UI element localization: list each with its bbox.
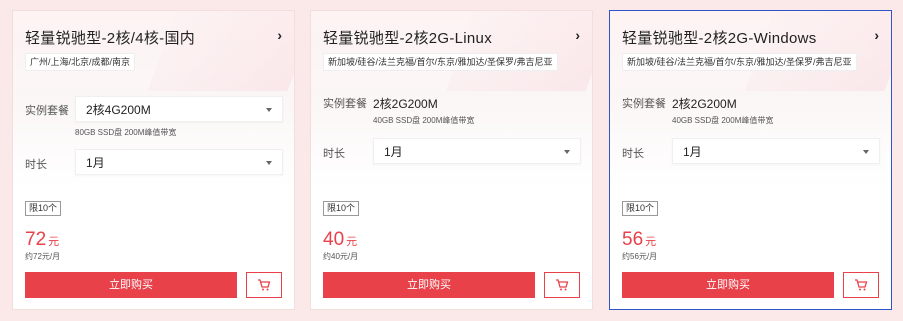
duration-label: 时长 [622,148,644,160]
duration-select-value: 1月 [683,145,702,159]
purchase-limit-badge: 限10个 [323,201,360,216]
duration-select[interactable]: 1月 [75,149,283,175]
card-title: 轻量锐驰型-2核2G-Linux [323,30,493,47]
package-value: 2核2G200M [373,97,438,111]
product-card-domestic[interactable]: 轻量锐驰型-2核/4核-国内 › 广州/上海/北京/成都/南京 实例套餐 2核4… [12,10,295,310]
package-spec: 40GB SSD盘 200M峰值带宽 [672,116,774,125]
chevron-down-icon [266,108,272,112]
per-month-price: 约56元/月 [622,252,658,261]
buy-now-button[interactable]: 立即购买 [25,272,237,298]
per-month-price: 约40元/月 [323,252,359,261]
duration-select[interactable]: 1月 [672,138,880,164]
region-list: 新加坡/硅谷/法兰克福/首尔/东京/雅加达/圣保罗/弗吉尼亚 [622,53,857,71]
product-card-linux[interactable]: 轻量锐驰型-2核2G-Linux › 新加坡/硅谷/法兰克福/首尔/东京/雅加达… [310,10,593,310]
package-value: 2核2G200M [672,97,737,111]
cart-icon [855,279,868,291]
chevron-down-icon [266,161,272,165]
package-label: 实例套餐 [622,98,666,110]
price-value: 40 [323,229,345,250]
package-spec: 80GB SSD盘 200M峰值带宽 [75,128,177,137]
duration-select-value: 1月 [384,145,403,159]
add-to-cart-button[interactable] [843,272,879,298]
region-list: 广州/上海/北京/成都/南京 [25,53,136,71]
price-unit: 元 [645,236,657,248]
cart-icon [556,279,569,291]
chevron-right-icon[interactable]: › [277,27,282,43]
price-unit: 元 [346,236,358,248]
price-unit: 元 [48,236,60,248]
chevron-right-icon[interactable]: › [575,27,580,43]
price-value: 56 [622,229,644,250]
product-card-windows[interactable]: 轻量锐驰型-2核2G-Windows › 新加坡/硅谷/法兰克福/首尔/东京/雅… [609,10,892,310]
buy-now-button[interactable]: 立即购买 [323,272,535,298]
buy-now-button[interactable]: 立即购买 [622,272,834,298]
chevron-down-icon [564,150,570,154]
package-label: 实例套餐 [25,105,69,117]
package-label: 实例套餐 [323,98,367,110]
purchase-limit-badge: 限10个 [622,201,659,216]
add-to-cart-button[interactable] [246,272,282,298]
cart-icon [258,279,271,291]
price-value: 72 [25,229,47,250]
chevron-down-icon [863,150,869,154]
per-month-price: 约72元/月 [25,252,61,261]
region-list: 新加坡/硅谷/法兰克福/首尔/东京/雅加达/圣保罗/弗吉尼亚 [323,53,558,71]
price: 56 元 [622,229,656,251]
package-select-value: 2核4G200M [86,103,151,117]
duration-label: 时长 [25,159,47,171]
purchase-limit-badge: 限10个 [25,201,62,216]
package-select[interactable]: 2核4G200M [75,96,283,122]
card-title: 轻量锐驰型-2核2G-Windows [622,30,817,47]
duration-select-value: 1月 [86,156,105,170]
price: 72 元 [25,229,59,251]
duration-label: 时长 [323,148,345,160]
duration-select[interactable]: 1月 [373,138,581,164]
price: 40 元 [323,229,357,251]
package-spec: 40GB SSD盘 200M峰值带宽 [373,116,475,125]
card-title: 轻量锐驰型-2核/4核-国内 [25,30,196,47]
add-to-cart-button[interactable] [544,272,580,298]
chevron-right-icon[interactable]: › [874,27,879,43]
